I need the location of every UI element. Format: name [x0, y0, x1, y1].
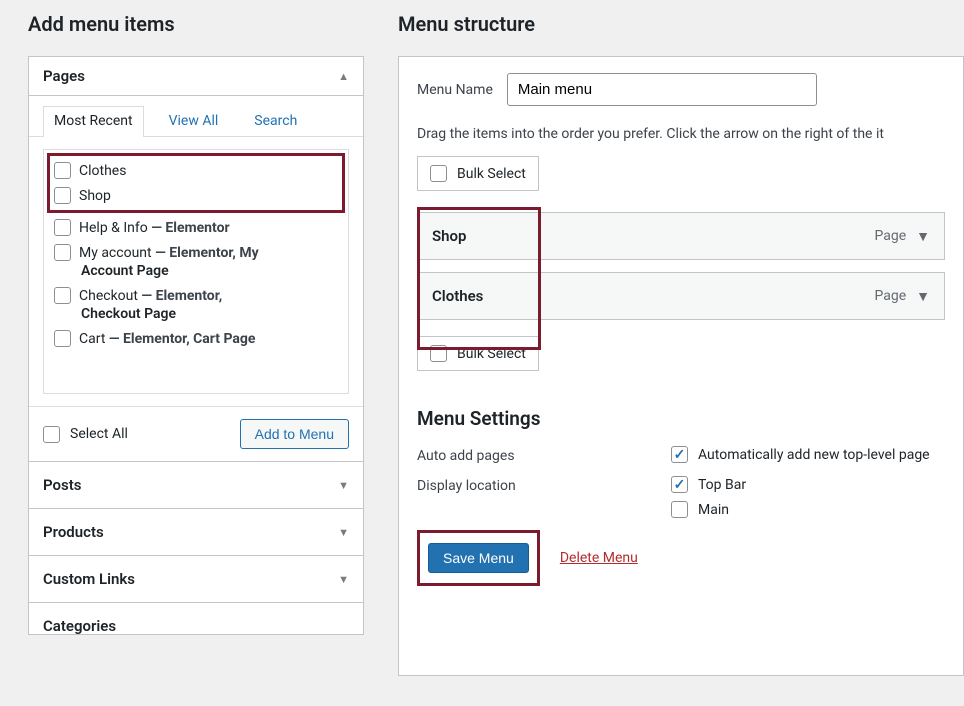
list-item[interactable]: Checkout — Elementor,	[54, 283, 338, 308]
products-section-header[interactable]: Products ▼	[28, 509, 364, 556]
list-item[interactable]: My account — Elementor, My	[54, 240, 338, 265]
list-item-label: Help & Info — Elementor	[79, 220, 230, 236]
checkbox[interactable]	[54, 287, 71, 304]
save-menu-button[interactable]: Save Menu	[428, 543, 529, 573]
save-row: Save Menu Delete Menu	[417, 530, 945, 586]
location-option-top-bar[interactable]: Top Bar	[671, 476, 746, 493]
pages-section: Pages ▲ Most Recent View All Search Clot…	[28, 56, 364, 462]
list-item-label: My account — Elementor, My	[79, 245, 259, 261]
products-section-title: Products	[43, 523, 104, 541]
location-option-label: Top Bar	[698, 477, 746, 493]
posts-section-title: Posts	[43, 476, 81, 494]
list-item-subline: Account Page	[54, 263, 338, 279]
custom-links-section-title: Custom Links	[43, 570, 135, 588]
checkbox[interactable]	[671, 446, 688, 463]
menu-structure-heading: Menu structure	[398, 12, 964, 36]
list-item-label: Cart — Elementor, Cart Page	[79, 331, 255, 347]
custom-links-section-header[interactable]: Custom Links ▼	[28, 556, 364, 603]
menu-name-input[interactable]	[507, 73, 817, 106]
menu-item-type[interactable]: Page ▼	[874, 288, 930, 305]
auto-add-option-label: Automatically add new top-level page	[698, 447, 930, 463]
highlight-box-save: Save Menu	[417, 530, 540, 586]
select-all-label: Select All	[70, 426, 128, 442]
auto-add-row: Auto add pages Automatically add new top…	[417, 446, 945, 464]
list-item[interactable]: Shop	[54, 183, 338, 208]
highlight-box-menu-items	[417, 207, 541, 350]
location-option-label: Main	[698, 502, 729, 518]
list-item-subline: Checkout Page	[54, 306, 338, 322]
checkbox[interactable]	[54, 244, 71, 261]
pages-footer: Select All Add to Menu	[29, 406, 363, 461]
chevron-down-icon: ▼	[916, 288, 930, 305]
checkbox[interactable]	[54, 162, 71, 179]
menu-name-label: Menu Name	[417, 82, 493, 98]
checkbox[interactable]	[671, 476, 688, 493]
pages-tabs: Most Recent View All Search	[29, 96, 363, 137]
chevron-down-icon: ▼	[916, 228, 930, 245]
bulk-select-top[interactable]: Bulk Select	[417, 156, 539, 191]
menu-item-type[interactable]: Page ▼	[874, 228, 930, 245]
bulk-select-label: Bulk Select	[457, 166, 526, 182]
collapse-up-icon: ▲	[338, 70, 349, 83]
chevron-down-icon: ▼	[338, 526, 349, 539]
chevron-down-icon: ▼	[338, 479, 349, 492]
tab-most-recent[interactable]: Most Recent	[43, 106, 144, 137]
tab-view-all[interactable]: View All	[158, 106, 230, 137]
add-items-heading: Add menu items	[28, 12, 364, 36]
checkbox[interactable]	[54, 219, 71, 236]
menu-settings-heading: Menu Settings	[417, 407, 945, 430]
categories-section-header[interactable]: Categories	[28, 603, 364, 635]
checkbox[interactable]	[43, 426, 60, 443]
display-location-row: Display location Top Bar Main	[417, 476, 945, 518]
auto-add-label: Auto add pages	[417, 446, 671, 464]
menu-items-list: Shop Page ▼ Clothes Page ▼	[417, 207, 945, 320]
pages-tab-content: Clothes Shop Help & Info — Elementor	[29, 137, 363, 406]
categories-section-title: Categories	[43, 617, 116, 635]
location-option-main[interactable]: Main	[671, 501, 746, 518]
highlight-box-pages: Clothes Shop	[47, 153, 345, 213]
checkbox[interactable]	[430, 165, 447, 182]
delete-menu-link[interactable]: Delete Menu	[560, 550, 638, 566]
posts-section-header[interactable]: Posts ▼	[28, 462, 364, 509]
drag-instructions: Drag the items into the order you prefer…	[417, 126, 945, 142]
list-item-label: Shop	[79, 188, 111, 204]
display-location-label: Display location	[417, 476, 671, 494]
checkbox[interactable]	[54, 330, 71, 347]
tab-search[interactable]: Search	[243, 106, 308, 137]
list-item[interactable]: Cart — Elementor, Cart Page	[54, 326, 338, 351]
auto-add-option[interactable]: Automatically add new top-level page	[671, 446, 930, 463]
select-all[interactable]: Select All	[43, 426, 128, 443]
menu-panel: Menu Name Drag the items into the order …	[398, 56, 964, 676]
pages-checklist[interactable]: Clothes Shop Help & Info — Elementor	[43, 149, 349, 394]
list-item-label: Checkout — Elementor,	[79, 288, 222, 304]
checkbox[interactable]	[671, 501, 688, 518]
list-item[interactable]: Help & Info — Elementor	[54, 215, 338, 240]
checkbox[interactable]	[54, 187, 71, 204]
pages-section-title: Pages	[43, 67, 85, 85]
chevron-down-icon: ▼	[338, 573, 349, 586]
pages-section-header[interactable]: Pages ▲	[29, 57, 363, 96]
list-item-label: Clothes	[79, 163, 126, 179]
add-to-menu-button[interactable]: Add to Menu	[240, 419, 349, 449]
list-item[interactable]: Clothes	[54, 158, 338, 183]
